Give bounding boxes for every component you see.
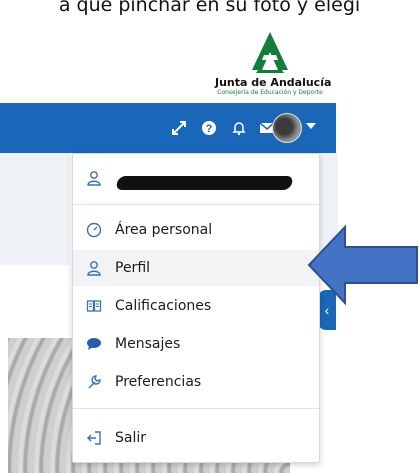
wrench-icon xyxy=(85,373,103,391)
svg-text:?: ? xyxy=(206,123,213,135)
redacted-user-name xyxy=(115,176,294,190)
book-icon xyxy=(85,297,103,315)
menu-item-label: Mensajes xyxy=(115,336,181,352)
user-avatar[interactable] xyxy=(272,113,302,143)
menu-item-perfil[interactable]: Perfil xyxy=(73,250,319,286)
menu-item-salir[interactable]: Salir xyxy=(73,420,319,456)
menu-divider xyxy=(73,408,319,409)
menu-user-name[interactable] xyxy=(73,160,319,196)
menu-item-area-personal[interactable]: Área personal xyxy=(73,212,319,248)
logo-subtitle: Consejería de Educación y Deporte xyxy=(217,89,323,96)
menu-item-preferencias[interactable]: Preferencias xyxy=(73,364,319,400)
caret-down-icon[interactable] xyxy=(306,123,316,129)
help-icon[interactable]: ? xyxy=(198,117,220,139)
andalucia-logo-mark xyxy=(252,32,288,73)
user-icon xyxy=(85,259,103,277)
menu-item-label: Calificaciones xyxy=(115,298,212,314)
logo-title: Junta de Andalucía xyxy=(215,76,332,89)
instruction-caption: a que pinchar en su foto y elegi xyxy=(58,0,361,16)
user-icon xyxy=(85,169,103,187)
arrow-left-icon xyxy=(307,225,418,305)
menu-item-label: Perfil xyxy=(115,260,151,276)
logout-icon xyxy=(85,429,103,447)
menu-item-mensajes[interactable]: Mensajes xyxy=(73,326,319,362)
expand-icon[interactable] xyxy=(168,117,190,139)
menu-item-label: Área personal xyxy=(115,222,213,238)
dashboard-icon xyxy=(85,221,103,239)
chat-bubble-icon xyxy=(85,335,103,353)
page-background-panel xyxy=(0,153,70,265)
bell-icon[interactable] xyxy=(228,117,250,139)
menu-item-calificaciones[interactable]: Calificaciones xyxy=(73,288,319,324)
junta-andalucia-logo: Junta de Andalucía Consejería de Educaci… xyxy=(215,30,332,100)
user-menu-dropdown: Área personal Perfil Calificaciones Mens… xyxy=(72,153,320,463)
menu-item-label: Salir xyxy=(115,430,147,446)
menu-divider xyxy=(73,204,319,205)
menu-item-label: Preferencias xyxy=(115,374,202,390)
top-navbar: ? xyxy=(0,103,336,153)
